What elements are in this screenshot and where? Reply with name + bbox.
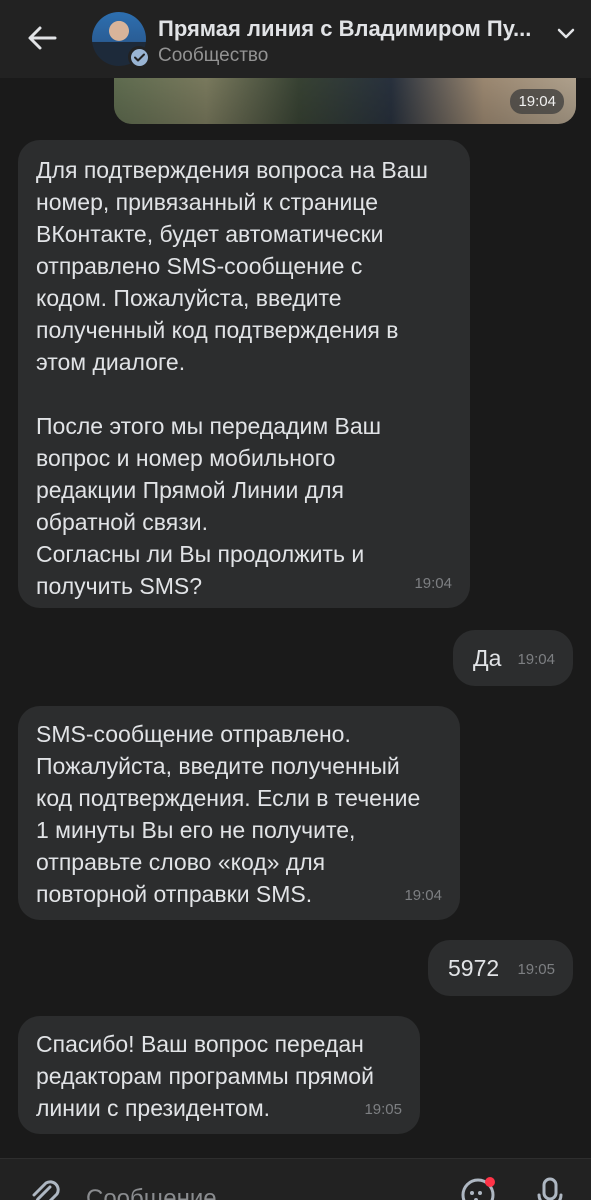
chat-screen: 19:04 Прямая линия с Владимиром Пу... Со… <box>0 0 591 1200</box>
message-time: 19:04 <box>517 651 555 668</box>
outgoing-message[interactable]: 5972 19:05 <box>428 940 573 996</box>
message-text: Спасибо! Ваш вопрос передан редакторам п… <box>36 1031 374 1121</box>
sticker-button[interactable] <box>458 1173 502 1200</box>
paperclip-icon <box>32 1180 60 1200</box>
message-time: 19:05 <box>517 961 555 978</box>
microphone-icon <box>537 1177 563 1200</box>
message-input[interactable] <box>86 1179 406 1200</box>
message-time: 19:04 <box>404 887 442 904</box>
message-time: 19:04 <box>510 89 564 114</box>
expand-button[interactable] <box>552 20 580 48</box>
sticker-icon <box>461 1177 495 1200</box>
chat-header: Прямая линия с Владимиром Пу... Сообщест… <box>0 0 591 78</box>
voice-message-button[interactable] <box>530 1173 570 1200</box>
verified-badge <box>128 46 150 68</box>
outgoing-message[interactable]: Да 19:04 <box>453 630 573 686</box>
message-time: 19:05 <box>364 1101 402 1118</box>
message-composer <box>0 1158 591 1200</box>
chat-title: Прямая линия с Владимиром Пу... <box>158 16 532 41</box>
message-text: SMS-сообщение отправлено. Пожалуйста, вв… <box>36 721 421 907</box>
community-avatar[interactable] <box>92 12 150 68</box>
message-text: Для подтверждения вопроса на Ваш номер, … <box>36 157 429 599</box>
chat-title-block[interactable]: Прямая линия с Владимиром Пу... Сообщест… <box>158 14 548 68</box>
chat-subtitle: Сообщество <box>158 45 269 66</box>
incoming-message[interactable]: SMS-сообщение отправлено. Пожалуйста, вв… <box>18 706 460 920</box>
back-button[interactable] <box>22 18 62 58</box>
incoming-message[interactable]: Для подтверждения вопроса на Ваш номер, … <box>18 140 470 608</box>
checkmark-icon <box>133 53 145 61</box>
chevron-down-icon <box>557 28 575 39</box>
attach-button[interactable] <box>24 1173 64 1200</box>
incoming-message[interactable]: Спасибо! Ваш вопрос передан редакторам п… <box>18 1016 420 1134</box>
message-time: 19:04 <box>414 575 452 592</box>
arrow-left-icon <box>28 26 57 50</box>
